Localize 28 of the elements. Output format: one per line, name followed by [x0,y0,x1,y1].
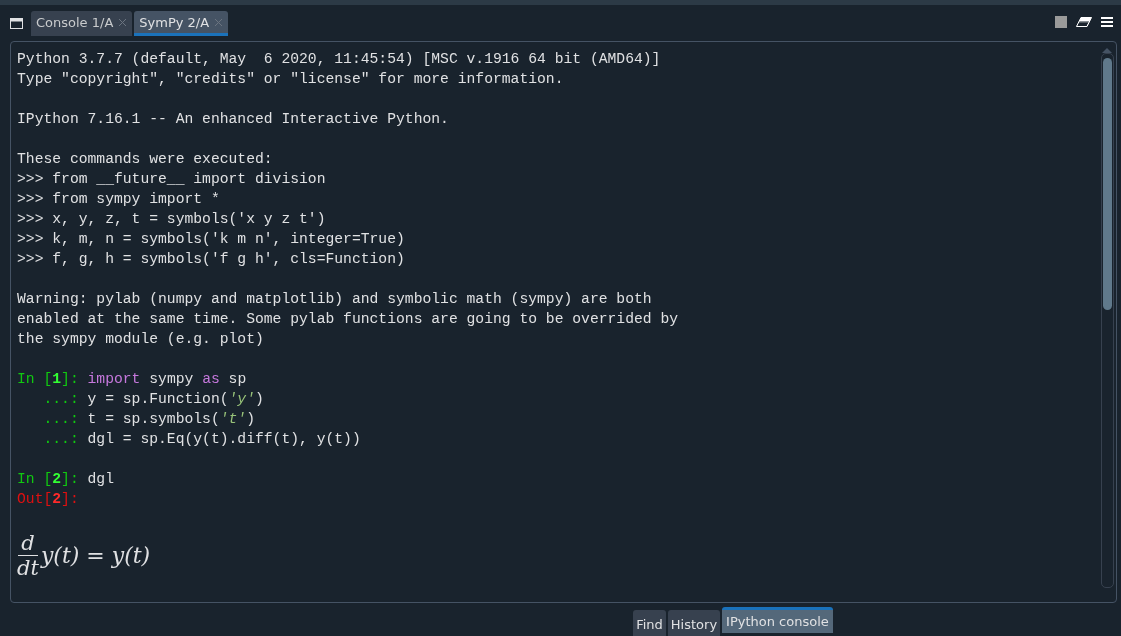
console-line: enabled at the same time. Some pylab functions are going to be overrided by [17,310,679,329]
window-icon[interactable] [10,18,23,29]
console-tab[interactable]: Console 1/A [31,11,133,36]
console-line: the sympy module (e.g. plot) [17,330,264,349]
console-line: >>> x, y, z, t = symbols('x y z t') [17,210,326,229]
console-line: Python 3.7.7 (default, May 6 2020, 11:45:54) [MSC v.1916 64 bit (AMD64)] [17,50,661,69]
console-line: These commands were executed: [17,150,273,169]
console-line: >>> from __future__ import division [17,170,326,189]
pane-tab[interactable]: Find [633,610,666,636]
console-line: Type "copyright", "credits" or "license" for more information. [17,70,564,89]
console-line: IPython 7.16.1 -- An enhanced Interactive Python. [17,110,449,129]
console-line: >>> from sympy import * [17,190,220,209]
pane-tab[interactable]: History [667,610,721,636]
eraser-icon[interactable] [1076,17,1092,27]
console-line: >>> k, m, n = symbols('k m n', integer=True) [17,230,405,249]
menu-icon[interactable] [1101,17,1113,27]
console-line: In [1]: import sympy as sp [17,370,247,389]
console-line: ...: dgl = sp.Eq(y(t).diff(t), y(t)) [42,430,361,449]
pane-tab[interactable]: IPython console [722,607,833,633]
scrollbar[interactable] [1100,53,1114,588]
scroll-up-icon[interactable] [1102,48,1112,53]
console-line: ...: y = sp.Function('y') [42,390,264,409]
console-line: Warning: pylab (numpy and matplotlib) and symbolic math (sympy) are both [17,290,652,309]
console-tab[interactable]: SymPy 2/A [134,11,229,36]
console-line: Out[2]: [17,490,79,509]
console-line: ...: t = sp.symbols('t') [42,410,255,429]
console-line: In [2]: dgl [17,470,114,489]
console-line: >>> f, g, h = symbols('f g h', cls=Function) [17,250,405,269]
